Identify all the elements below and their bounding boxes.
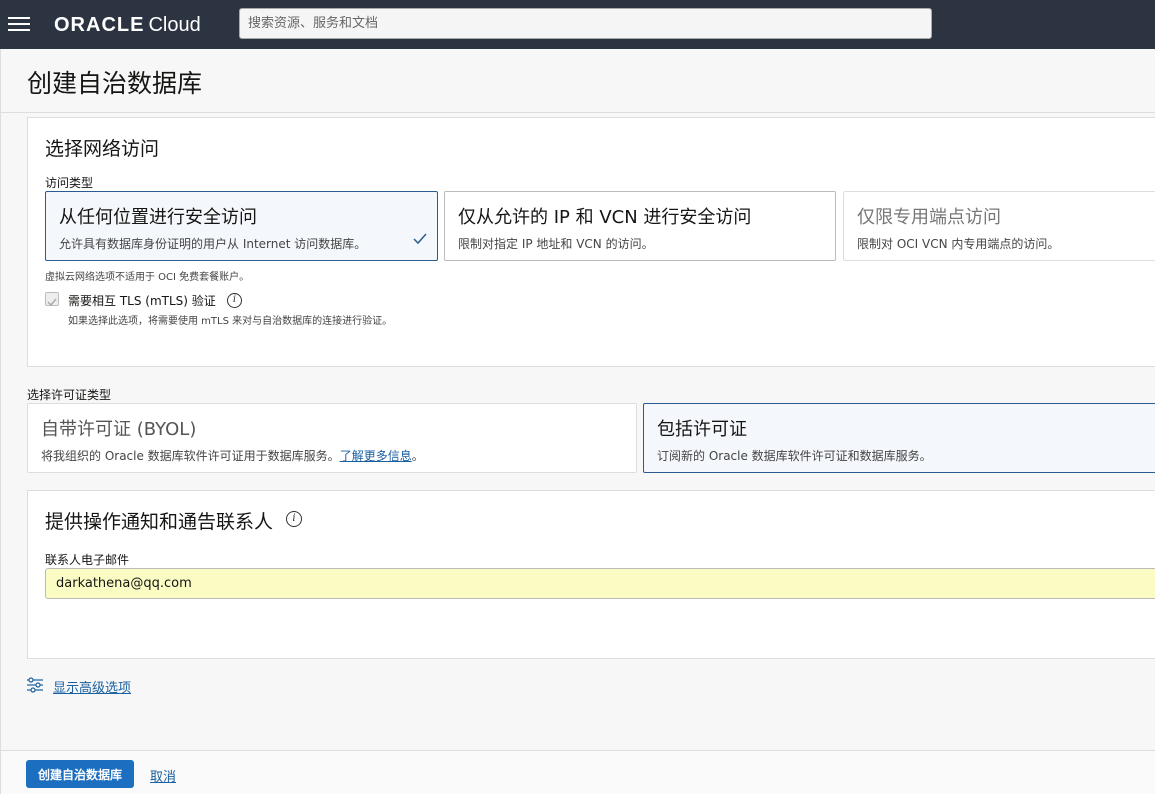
- create-autonomous-database-button[interactable]: 创建自治数据库: [26, 760, 134, 788]
- access-option-title: 仅限专用端点访问: [857, 207, 1001, 228]
- access-type-label: 访问类型: [45, 176, 94, 190]
- page-header: 创建自治数据库: [1, 49, 1155, 113]
- info-icon[interactable]: i: [227, 293, 242, 308]
- email-label: 联系人电子邮件: [45, 553, 130, 567]
- learn-more-link[interactable]: 了解更多信息: [340, 449, 412, 463]
- mtls-label: 需要相互 TLS (mTLS) 验证: [68, 294, 216, 308]
- mtls-help-text: 如果选择此选项，将需要使用 mTLS 来对与自治数据库的连接进行验证。: [68, 316, 393, 327]
- license-type-label: 选择许可证类型: [27, 388, 112, 402]
- access-option-private-endpoint[interactable]: 仅限专用端点访问 限制对 OCI VCN 内专用端点的访问。: [843, 191, 1155, 261]
- network-section-title: 选择网络访问: [45, 138, 160, 160]
- logo-cloud: Cloud: [148, 14, 201, 36]
- access-option-desc: 允许具有数据库身份证明的用户从 Internet 访问数据库。: [59, 237, 367, 251]
- license-desc-period: 。: [411, 449, 424, 463]
- sliders-icon[interactable]: [26, 677, 44, 693]
- vcn-note: 虚拟云网络选项不适用于 OCI 免费套餐账户。: [45, 272, 250, 283]
- license-option-desc: 订阅新的 Oracle 数据库软件许可证和数据库服务。: [657, 449, 932, 463]
- menu-icon[interactable]: [8, 14, 32, 34]
- oracle-cloud-logo[interactable]: ORACLE Cloud: [54, 12, 201, 37]
- checkmark-icon: [413, 233, 427, 245]
- logo-oracle: ORACLE: [54, 14, 145, 36]
- email-field[interactable]: [45, 568, 1155, 599]
- checkbox-check-icon: [47, 298, 57, 307]
- access-option-title: 从任何位置进行安全访问: [59, 207, 257, 228]
- license-option-byol[interactable]: 自带许可证 (BYOL) 将我组织的 Oracle 数据库软件许可证用于数据库服…: [27, 403, 637, 473]
- access-option-title: 仅从允许的 IP 和 VCN 进行安全访问: [458, 207, 752, 228]
- license-option-included[interactable]: 包括许可证 订阅新的 Oracle 数据库软件许可证和数据库服务。: [643, 403, 1155, 473]
- license-option-title: 包括许可证: [657, 419, 747, 440]
- access-option-desc: 限制对指定 IP 地址和 VCN 的访问。: [458, 237, 654, 251]
- access-option-desc: 限制对 OCI VCN 内专用端点的访问。: [857, 237, 1060, 251]
- top-bar: ORACLE Cloud: [0, 0, 1155, 49]
- mtls-checkbox[interactable]: [45, 292, 59, 307]
- contact-section-title: 提供操作通知和通告联系人: [45, 511, 274, 533]
- license-desc-text: 将我组织的 Oracle 数据库软件许可证用于数据库服务。: [41, 449, 340, 463]
- access-option-anywhere[interactable]: 从任何位置进行安全访问 允许具有数据库身份证明的用户从 Internet 访问数…: [45, 191, 438, 261]
- info-icon[interactable]: i: [286, 511, 302, 527]
- search-input[interactable]: [239, 8, 932, 39]
- left-divider: [0, 49, 1, 794]
- page-title: 创建自治数据库: [27, 69, 203, 98]
- access-option-allowed-ip-vcn[interactable]: 仅从允许的 IP 和 VCN 进行安全访问 限制对指定 IP 地址和 VCN 的…: [444, 191, 836, 261]
- show-advanced-options-link[interactable]: 显示高级选项: [53, 677, 131, 696]
- license-option-title: 自带许可证 (BYOL): [41, 419, 197, 440]
- cancel-link[interactable]: 取消: [150, 766, 176, 785]
- license-option-desc: 将我组织的 Oracle 数据库软件许可证用于数据库服务。了解更多信息。: [41, 447, 424, 464]
